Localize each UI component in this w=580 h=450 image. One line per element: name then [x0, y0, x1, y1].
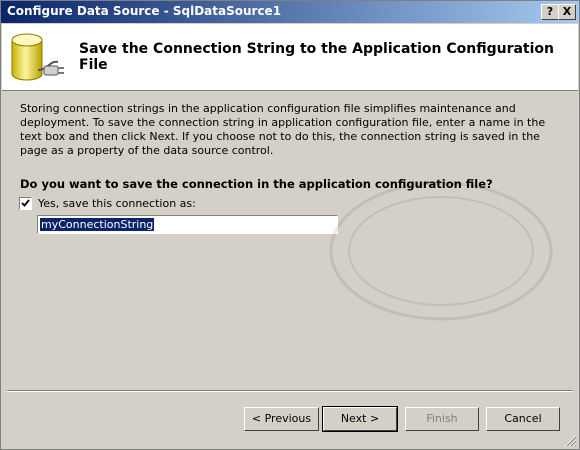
next-button[interactable]: Next > — [322, 406, 398, 432]
wizard-header: Save the Connection String to the Applic… — [2, 24, 578, 91]
description-text: Storing connection strings in the applic… — [20, 102, 546, 157]
save-connection-checkbox[interactable] — [19, 197, 32, 210]
database-plug-icon — [11, 33, 64, 81]
resize-grip-icon[interactable] — [565, 435, 577, 447]
title-bar[interactable]: Configure Data Source - SqlDataSource1 ?… — [1, 1, 579, 23]
finish-button[interactable]: Finish — [405, 407, 479, 431]
save-connection-label[interactable]: Yes, save this connection as: — [38, 197, 196, 210]
help-button[interactable]: ? — [541, 4, 559, 20]
previous-button[interactable]: < Previous — [244, 407, 319, 431]
page-title: Save the Connection String to the Applic… — [79, 41, 555, 73]
connection-name-input[interactable]: myConnectionString — [37, 215, 338, 234]
footer-separator — [7, 390, 573, 392]
window-title: Configure Data Source - SqlDataSource1 — [7, 4, 282, 18]
close-button[interactable]: X — [558, 4, 576, 20]
connection-name-value: myConnectionString — [40, 218, 155, 231]
checkmark-icon — [21, 199, 30, 207]
cancel-button[interactable]: Cancel — [486, 407, 560, 431]
watermark-seal — [329, 181, 553, 321]
configure-data-source-dialog: Configure Data Source - SqlDataSource1 ?… — [0, 0, 580, 450]
